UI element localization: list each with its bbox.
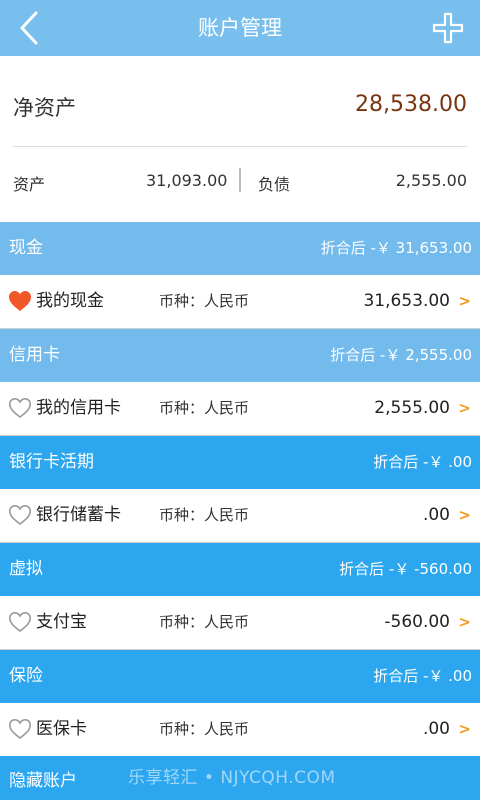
group-name: 保险 bbox=[9, 666, 43, 686]
account-currency: 币种：人民币 bbox=[159, 399, 250, 417]
group-name: 现金 bbox=[9, 238, 43, 258]
group-header-bank-demand[interactable]: 银行卡活期 折合后 -￥ .00 bbox=[0, 436, 480, 489]
account-balance: -560.00 bbox=[384, 612, 450, 632]
group-header-hidden-accounts[interactable]: 隐藏账户 乐享轻汇 • NJYCQH.COM bbox=[0, 756, 480, 800]
plus-icon bbox=[432, 12, 464, 44]
group-header-insurance[interactable]: 保险 折合后 -￥ .00 bbox=[0, 650, 480, 703]
account-name: 支付宝 bbox=[36, 612, 87, 632]
top-bar: 账户管理 bbox=[0, 0, 480, 56]
account-list: 现金 折合后 -￥ 31,653.00 我的现金 币种：人民币 31,653.0… bbox=[0, 222, 480, 757]
account-balance: 31,653.00 bbox=[363, 291, 450, 311]
assets-value: 31,093.00 bbox=[146, 171, 228, 190]
chevron-right-icon: > bbox=[458, 506, 471, 524]
group-name: 虚拟 bbox=[9, 559, 43, 579]
group-name: 信用卡 bbox=[9, 345, 60, 365]
divider bbox=[13, 146, 467, 147]
net-assets-label: 净资产 bbox=[13, 96, 76, 120]
account-row-alipay[interactable]: 支付宝 币种：人民币 -560.00 > bbox=[0, 596, 480, 650]
chevron-right-icon: > bbox=[458, 613, 471, 631]
account-row-my-credit-card[interactable]: 我的信用卡 币种：人民币 2,555.00 > bbox=[0, 382, 480, 436]
watermark: 乐享轻汇 • NJYCQH.COM bbox=[128, 768, 336, 788]
heart-outline-icon[interactable] bbox=[8, 611, 32, 633]
group-total: 折合后 -￥ .00 bbox=[373, 453, 472, 471]
page-title: 账户管理 bbox=[198, 16, 282, 40]
add-account-button[interactable] bbox=[430, 10, 466, 46]
heart-outline-icon[interactable] bbox=[8, 504, 32, 526]
heart-outline-icon[interactable] bbox=[8, 718, 32, 740]
group-header-cash[interactable]: 现金 折合后 -￥ 31,653.00 bbox=[0, 222, 480, 275]
vertical-divider bbox=[239, 168, 241, 192]
account-currency: 币种：人民币 bbox=[159, 720, 250, 738]
account-name: 医保卡 bbox=[36, 719, 87, 739]
group-total: 折合后 -￥ 31,653.00 bbox=[320, 239, 472, 257]
group-name: 隐藏账户 bbox=[9, 771, 77, 791]
account-name: 我的现金 bbox=[36, 291, 104, 311]
liabilities-label: 负债 bbox=[258, 175, 291, 194]
assets-label: 资产 bbox=[13, 175, 46, 194]
group-total: 折合后 -￥ -560.00 bbox=[339, 560, 472, 578]
account-balance: .00 bbox=[422, 719, 450, 739]
liabilities-value: 2,555.00 bbox=[395, 171, 467, 190]
account-currency: 币种：人民币 bbox=[159, 292, 250, 310]
account-currency: 币种：人民币 bbox=[159, 613, 250, 631]
chevron-right-icon: > bbox=[458, 292, 471, 310]
account-balance: .00 bbox=[422, 505, 450, 525]
net-worth-summary: 净资产 28,538.00 资产 31,093.00 负债 2,555.00 bbox=[0, 56, 480, 222]
group-total: 折合后 -￥ 2,555.00 bbox=[330, 346, 472, 364]
group-name: 银行卡活期 bbox=[9, 452, 94, 472]
heart-outline-icon[interactable] bbox=[8, 397, 32, 419]
group-header-virtual[interactable]: 虚拟 折合后 -￥ -560.00 bbox=[0, 543, 480, 596]
account-balance: 2,555.00 bbox=[374, 398, 450, 418]
heart-filled-icon[interactable] bbox=[8, 290, 32, 312]
chevron-right-icon: > bbox=[458, 399, 471, 417]
chevron-right-icon: > bbox=[458, 720, 471, 738]
account-name: 我的信用卡 bbox=[36, 398, 121, 418]
account-name: 银行储蓄卡 bbox=[36, 505, 121, 525]
account-row-my-cash[interactable]: 我的现金 币种：人民币 31,653.00 > bbox=[0, 275, 480, 329]
account-row-medical-card[interactable]: 医保卡 币种：人民币 .00 > bbox=[0, 703, 480, 757]
net-assets-value: 28,538.00 bbox=[355, 92, 467, 117]
account-row-savings-card[interactable]: 银行储蓄卡 币种：人民币 .00 > bbox=[0, 489, 480, 543]
group-header-credit-card[interactable]: 信用卡 折合后 -￥ 2,555.00 bbox=[0, 329, 480, 382]
account-currency: 币种：人民币 bbox=[159, 506, 250, 524]
group-total: 折合后 -￥ .00 bbox=[373, 667, 472, 685]
